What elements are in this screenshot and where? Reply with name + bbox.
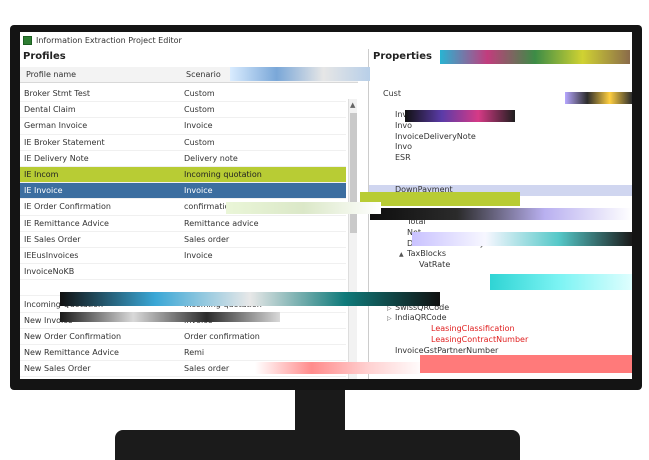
monitor-frame: Information Extraction Project Editor Pr…	[10, 25, 642, 390]
tree-node[interactable]	[369, 175, 632, 186]
tree-node[interactable]: VatRate	[369, 260, 632, 271]
profile-name-cell: New Order Confirmation	[24, 331, 122, 341]
tree-node[interactable]	[369, 164, 632, 175]
title-bar: Information Extraction Project Editor	[20, 32, 632, 48]
profile-name-cell: IE Order Confirmation	[24, 202, 111, 212]
monitor-base	[115, 430, 520, 460]
glitch-artifact	[440, 50, 630, 64]
profile-name-cell: IE Incom	[24, 170, 59, 180]
table-row[interactable]: New Order Confirmation Order confirmation	[20, 329, 346, 345]
glitch-artifact	[420, 355, 632, 373]
column-header-profile-name[interactable]: Profile name	[20, 67, 180, 82]
profile-name-cell: InvoiceNoKB	[24, 267, 75, 277]
glitch-artifact	[412, 232, 632, 246]
table-row[interactable]: Dental Claim Custom	[20, 102, 346, 119]
scenario-cell: Invoice	[184, 186, 213, 196]
tree-node[interactable]: ESR	[369, 153, 632, 164]
table-row[interactable]: IEEusInvoices Invoice	[20, 248, 346, 265]
profile-name-cell: IE Invoice	[24, 186, 63, 196]
table-row[interactable]: IE Broker Statement Custom	[20, 135, 346, 151]
profiles-title: Profiles	[23, 51, 66, 62]
scenario-cell: Delivery note	[184, 153, 238, 163]
glitch-artifact	[226, 202, 381, 214]
profiles-panel: Profiles Profile name Scenario Broker St…	[20, 49, 358, 379]
tree-node[interactable]: LeasingClassification	[369, 324, 632, 335]
profile-name-cell: Broker Stmt Test	[24, 89, 91, 99]
scenario-cell: Invoice	[184, 121, 213, 131]
tree-node-label: Invo	[395, 121, 413, 131]
glitch-artifact	[230, 67, 370, 81]
tree-node-label: ESR	[395, 153, 411, 163]
glitch-artifact	[255, 362, 425, 374]
scenario-cell: Invoice	[184, 250, 213, 260]
tree-node[interactable]: ▲ TaxBlocks	[369, 249, 632, 260]
scenario-cell: Remittance advice	[184, 218, 259, 228]
glitch-artifact	[370, 208, 632, 220]
profile-name-cell: Dental Claim	[24, 105, 76, 115]
tree-node-label: InvoiceDeliveryNote	[395, 131, 476, 141]
scroll-up-icon[interactable]: ▲	[350, 101, 355, 109]
table-row[interactable]: New Remittance Advice Remi	[20, 345, 346, 362]
scenario-cell: Remi	[184, 348, 205, 358]
tree-node-label: LeasingClassification	[431, 324, 515, 334]
tree-node[interactable]: Invo	[369, 142, 632, 153]
table-row[interactable]: Broker Stmt Test Custom	[20, 86, 346, 103]
profile-name-cell: IE Delivery Note	[24, 153, 89, 163]
glitch-artifact	[490, 274, 632, 290]
scenario-cell: Custom	[184, 89, 215, 99]
profile-name-cell: New Sales Order	[24, 364, 91, 374]
table-row[interactable]: German Invoice Invoice	[20, 118, 346, 135]
profile-name-cell: IE Remittance Advice	[24, 218, 109, 228]
table-row[interactable]: IE Incom Incoming quotation	[20, 166, 346, 184]
table-row[interactable]: IE Sales Order Sales order	[20, 232, 346, 248]
profile-name-cell: IEEusInvoices	[24, 250, 79, 260]
window-title: Information Extraction Project Editor	[36, 35, 182, 45]
tree-node[interactable]: ▷ IndiaQRCode	[369, 313, 632, 324]
glitch-artifact	[405, 110, 515, 122]
table-row[interactable]: InvoiceNoKB	[20, 264, 346, 281]
profile-name-cell: IE Broker Statement	[24, 137, 105, 147]
glitch-artifact	[565, 92, 632, 104]
scenario-cell: Incoming quotation	[184, 170, 262, 180]
scenario-cell: Custom	[184, 105, 215, 115]
table-row[interactable]: IE Remittance Advice Remittance advice	[20, 216, 346, 232]
profile-name-cell: New Remittance Advice	[24, 348, 119, 358]
scenario-cell: Custom	[184, 137, 215, 147]
tree-node[interactable]: Invo	[369, 121, 632, 132]
tree-node-label: VatRate	[419, 260, 451, 269]
scenario-cell: Order confirmation	[184, 331, 260, 341]
tree-node-label: InvoiceGstPartnerNumber	[395, 345, 499, 355]
glitch-artifact	[360, 192, 520, 206]
expand-icon[interactable]: ▷	[387, 314, 395, 325]
expand-icon[interactable]: ▲	[399, 250, 407, 261]
tree-node[interactable]: InvoiceDeliveryNote	[369, 132, 632, 143]
tree-node-label: LeasingContractNumber	[431, 334, 529, 344]
tree-node-label: Invo	[395, 142, 413, 152]
tree-node[interactable]: LeasingContractNumber	[369, 335, 632, 346]
glitch-artifact	[60, 312, 280, 322]
properties-tree: Cust Invo Invo InvoiceDeliveryNote Invo ESR Do…	[369, 89, 632, 356]
profiles-scrollbar[interactable]: ▲	[348, 99, 357, 379]
tree-node-label: TaxBlocks	[407, 249, 447, 259]
profile-name-cell: IE Sales Order	[24, 234, 81, 244]
scroll-thumb[interactable]	[350, 113, 357, 233]
tree-node-label: IndiaQRCode	[395, 313, 447, 323]
screen: Information Extraction Project Editor Pr…	[20, 32, 632, 379]
profiles-rows: Broker Stmt Test Custom Dental Claim Custom…	[20, 86, 346, 378]
table-row[interactable]: IE Delivery Note Delivery note	[20, 151, 346, 167]
monitor-neck	[295, 390, 345, 430]
scenario-cell: Sales order	[184, 234, 230, 244]
app-icon	[23, 35, 32, 45]
glitch-artifact	[60, 292, 440, 306]
profile-name-cell: German Invoice	[24, 121, 88, 131]
tree-node-label: Cust	[383, 89, 401, 98]
table-row[interactable]: IE Invoice Invoice	[20, 183, 346, 200]
